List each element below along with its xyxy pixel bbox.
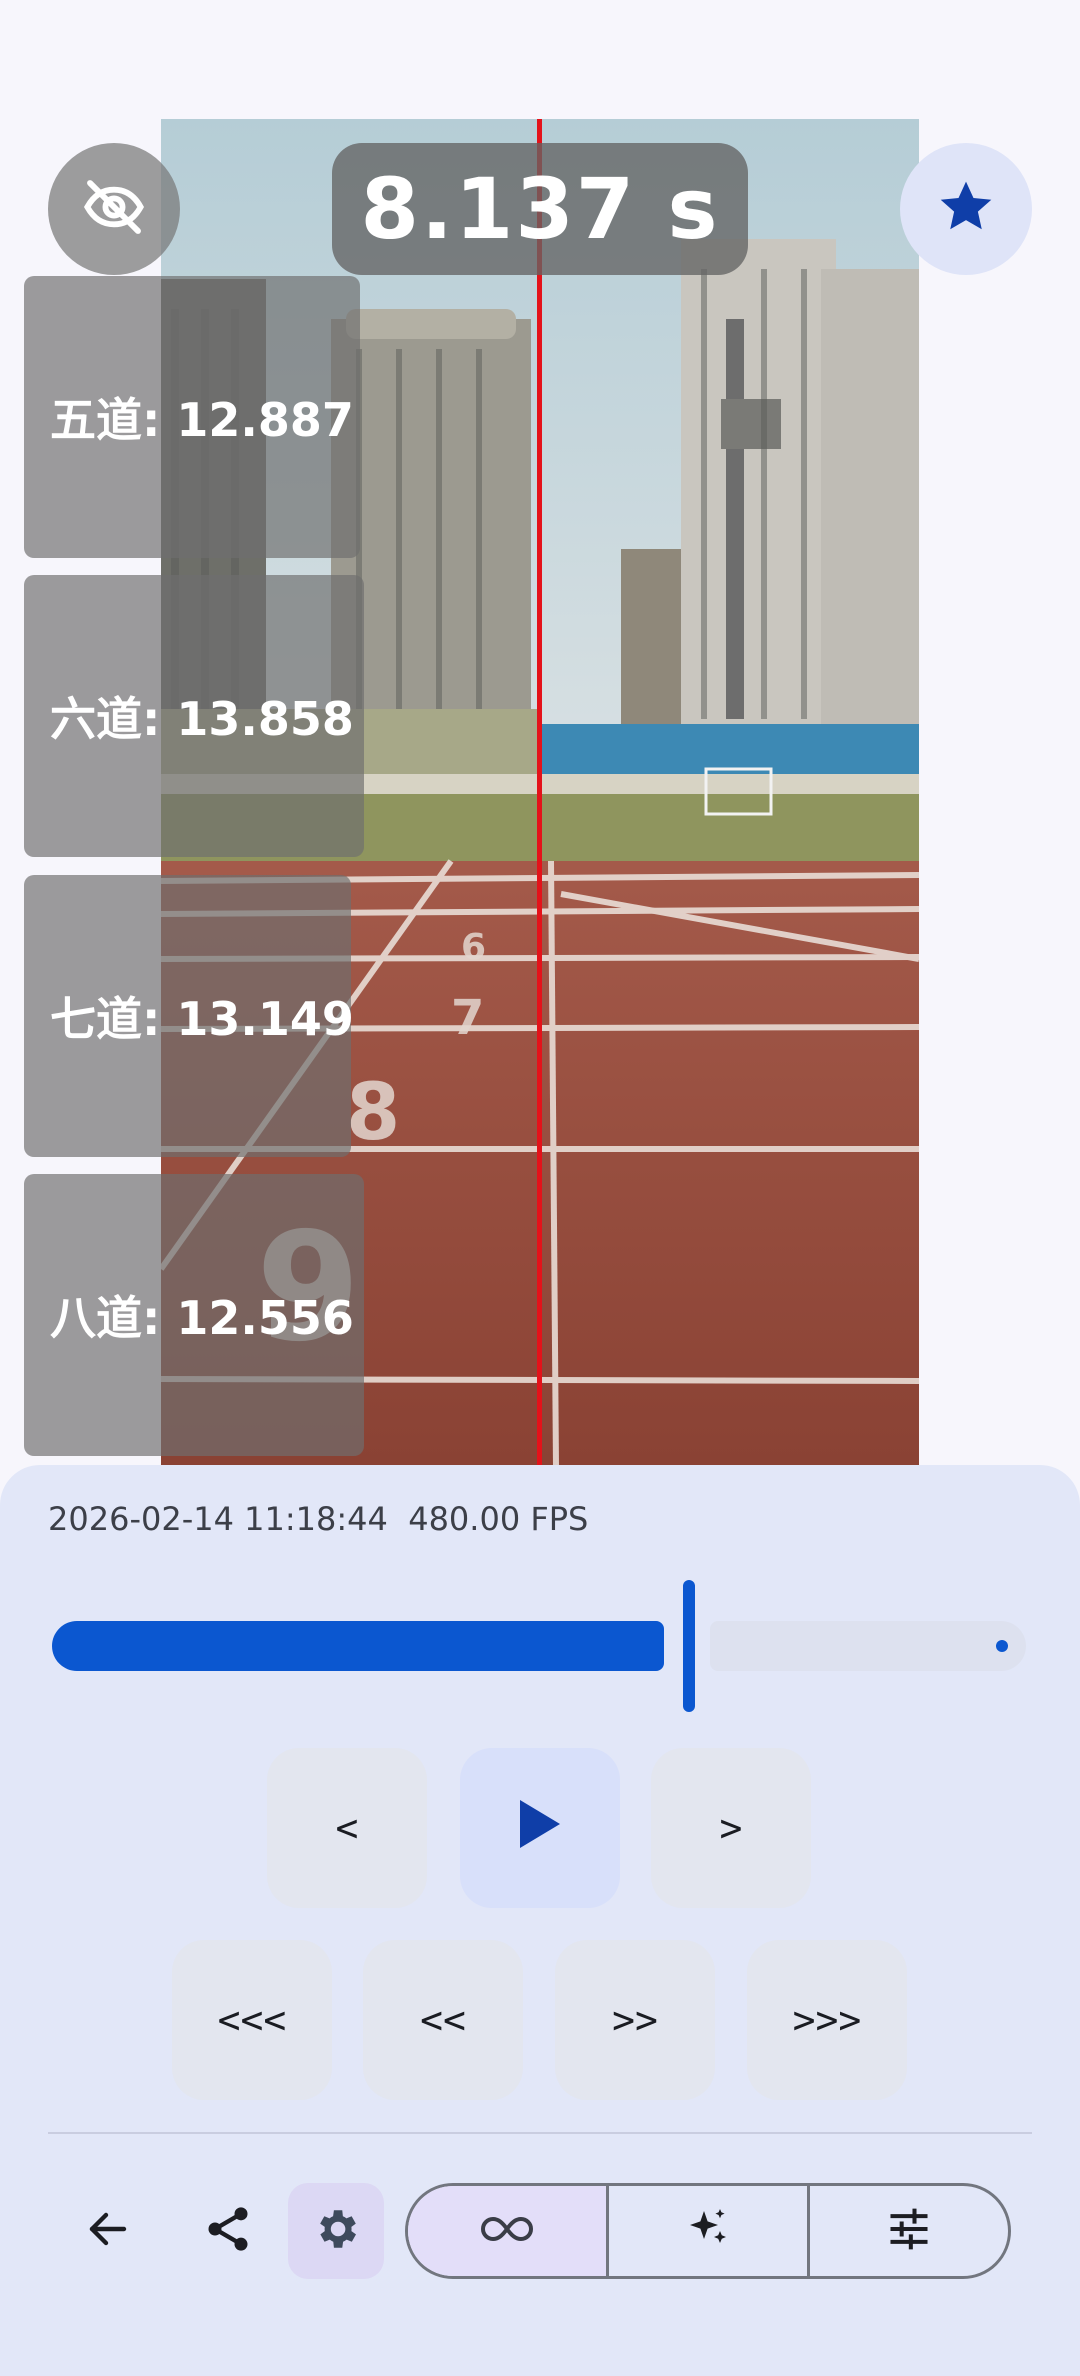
scrubber-track-inactive[interactable] bbox=[710, 1621, 1026, 1671]
gear-icon bbox=[311, 2204, 361, 2258]
finish-line[interactable] bbox=[537, 119, 542, 1467]
elapsed-time: 8.137 s bbox=[332, 143, 748, 275]
eye-off-icon bbox=[82, 175, 146, 243]
share-icon bbox=[202, 2203, 254, 2259]
scrubber-track-active[interactable] bbox=[52, 1621, 664, 1671]
lane-time-7[interactable]: 七道: 13.149 bbox=[24, 875, 354, 1157]
svg-text:8: 8 bbox=[346, 1068, 400, 1158]
back-button[interactable] bbox=[60, 2183, 156, 2279]
prev-frame-button[interactable]: < bbox=[267, 1748, 427, 1908]
tune-icon bbox=[887, 2207, 931, 2255]
panel-divider bbox=[48, 2132, 1032, 2134]
mode-auto-segment[interactable] bbox=[609, 2186, 810, 2276]
mode-segmented-control bbox=[405, 2183, 1011, 2279]
scrubber-thumb[interactable] bbox=[683, 1580, 695, 1712]
svg-text:6: 6 bbox=[461, 927, 486, 968]
skip-back-large-button[interactable]: <<< bbox=[172, 1940, 332, 2100]
lane-time-6[interactable]: 六道: 13.858 bbox=[24, 575, 364, 857]
settings-button[interactable] bbox=[288, 2183, 384, 2279]
lane-time-5[interactable]: 五道: 12.887 bbox=[24, 276, 360, 558]
next-frame-button[interactable]: > bbox=[651, 1748, 811, 1908]
svg-text:7: 7 bbox=[451, 990, 484, 1046]
share-button[interactable] bbox=[180, 2183, 276, 2279]
play-icon bbox=[516, 1796, 564, 1861]
scrubber-stop-indicator bbox=[996, 1640, 1008, 1652]
recording-datetime: 2026-02-14 11:18:44 bbox=[48, 1500, 388, 1538]
favorite-button[interactable] bbox=[900, 143, 1032, 275]
mode-adjust-segment[interactable] bbox=[810, 2186, 1008, 2276]
arrow-left-icon bbox=[84, 2205, 132, 2257]
hide-overlay-button[interactable] bbox=[48, 143, 180, 275]
mode-loop-segment[interactable] bbox=[408, 2186, 609, 2276]
skip-forward-large-button[interactable]: >>> bbox=[747, 1940, 907, 2100]
play-button[interactable] bbox=[460, 1748, 620, 1908]
infinity-icon bbox=[481, 2214, 533, 2248]
recording-fps: 480.00 FPS bbox=[408, 1500, 589, 1538]
skip-back-button[interactable]: << bbox=[363, 1940, 523, 2100]
lane-time-8[interactable]: 八道: 12.556 bbox=[24, 1174, 364, 1456]
recording-info: 2026-02-14 11:18:44 480.00 FPS bbox=[48, 1500, 588, 1538]
sparkle-icon bbox=[684, 2205, 732, 2257]
skip-forward-button[interactable]: >> bbox=[555, 1940, 715, 2100]
star-icon bbox=[935, 176, 997, 242]
